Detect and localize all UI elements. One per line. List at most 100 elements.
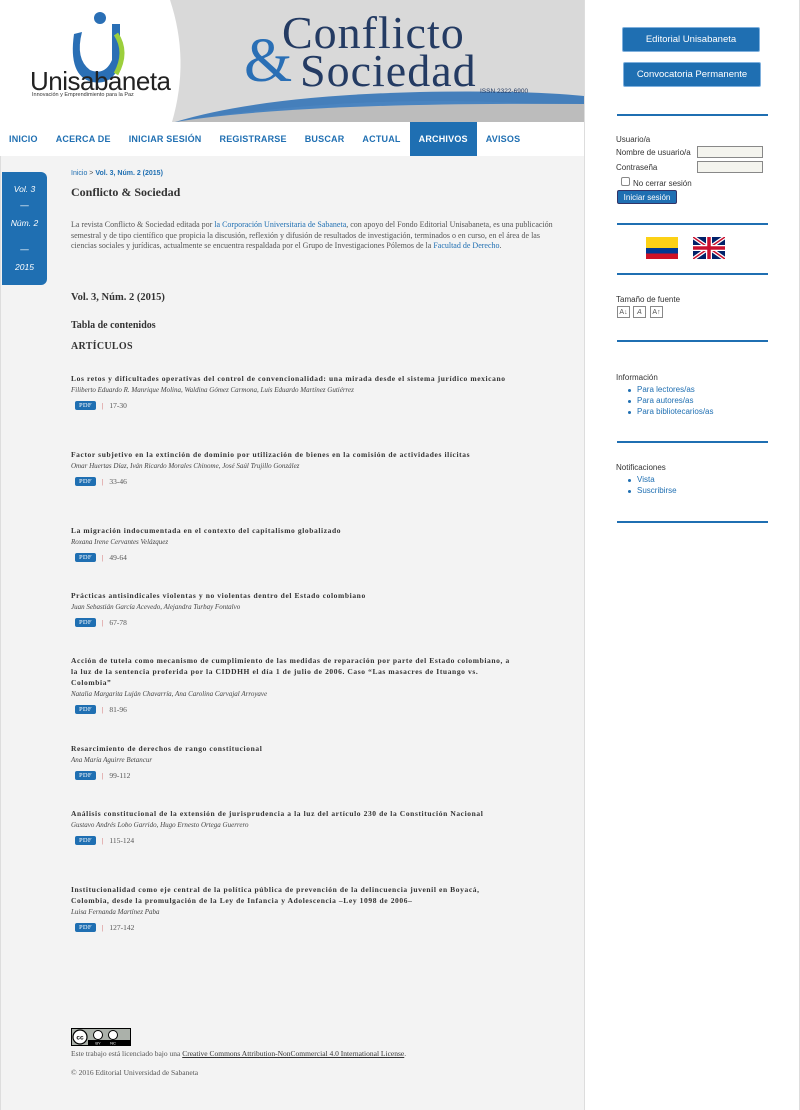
- galley-separator: |: [101, 923, 104, 932]
- article-entry: Factor subjetivo en la extinción de domi…: [71, 449, 511, 486]
- issue-badge-num: Núm. 2: [10, 218, 39, 228]
- nav-buscar[interactable]: BUSCAR: [296, 122, 354, 156]
- pdf-button[interactable]: PDF: [75, 836, 96, 845]
- issue-heading: Vol. 3, Núm. 2 (2015): [71, 292, 165, 303]
- convocatoria-permanente-button[interactable]: Convocatoria Permanente: [623, 62, 761, 87]
- article-title[interactable]: Institucionalidad como eje central de la…: [71, 884, 511, 906]
- bullet-icon: [628, 479, 631, 482]
- notifications-view-link[interactable]: Vista: [637, 475, 655, 484]
- description-link-facultad[interactable]: Facultad de Derecho: [433, 241, 499, 250]
- license-suffix: .: [404, 1049, 407, 1058]
- pdf-button[interactable]: PDF: [75, 477, 96, 486]
- section-heading: ARTÍCULOS: [71, 341, 133, 352]
- article-entry: Resarcimiento de derechos de rango const…: [71, 743, 511, 780]
- article-entry: La migración indocumentada en el context…: [71, 525, 511, 562]
- nav-inicio[interactable]: INICIO: [0, 122, 47, 156]
- galley-separator: |: [101, 705, 104, 714]
- font-decrease-button[interactable]: A↓: [617, 306, 630, 318]
- nav-avisos[interactable]: AVISOS: [477, 122, 530, 156]
- article-authors: Ana María Aguirre Betancur: [71, 756, 153, 764]
- remember-label: No cerrar sesión: [633, 179, 692, 188]
- article-title[interactable]: Acción de tutela como mecanismo de cumpl…: [71, 655, 511, 688]
- journal-title-ampersand: &: [244, 27, 293, 95]
- sidebar-divider: [617, 441, 768, 443]
- info-link-librarians[interactable]: Para bibliotecarios/as: [637, 407, 713, 416]
- sidebar-divider: [617, 114, 768, 116]
- article-title[interactable]: Factor subjetivo en la extinción de domi…: [71, 449, 511, 460]
- article-title[interactable]: La migración indocumentada en el context…: [71, 525, 511, 536]
- nav-archivos[interactable]: ARCHIVOS: [409, 122, 477, 156]
- pdf-button[interactable]: PDF: [75, 401, 96, 410]
- article-pages: 17-30: [109, 401, 127, 410]
- password-input[interactable]: [697, 161, 763, 173]
- journal-title-line2: Sociedad: [300, 45, 477, 96]
- sidebar-divider: [617, 340, 768, 342]
- font-size-title: Tamaño de fuente: [616, 295, 681, 304]
- issue-badge-dash: —: [20, 200, 29, 210]
- galley-separator: |: [101, 771, 104, 780]
- password-label: Contraseña: [616, 163, 658, 172]
- article-entry: Acción de tutela como mecanismo de cumpl…: [71, 655, 511, 714]
- nav-registrarse[interactable]: REGISTRARSE: [211, 122, 296, 156]
- font-increase-button[interactable]: A↑: [650, 306, 663, 318]
- article-authors: Filiberto Eduardo R. Manrique Molina, Wa…: [71, 386, 354, 394]
- description-link-corporacion[interactable]: la Corporación Universitaria de Sabaneta: [214, 220, 346, 229]
- main-nav: INICIO ACERCA DE INICIAR SESIÓN REGISTRA…: [0, 122, 584, 156]
- cc-nc-label: NC: [110, 1041, 116, 1046]
- creative-commons-icon[interactable]: cc BY NC: [71, 1028, 131, 1046]
- info-link-authors[interactable]: Para autores/as: [637, 396, 693, 405]
- main-content: Vol. 3 — Núm. 2 — 2015 Inicio > Vol. 3, …: [0, 156, 584, 1110]
- pdf-button[interactable]: PDF: [75, 705, 96, 714]
- username-label: Nombre de usuario/a: [616, 148, 691, 157]
- english-language-flag-icon[interactable]: [693, 237, 725, 259]
- article-entry: Prácticas antisindicales violentas y no …: [71, 590, 511, 627]
- editorial-unisabaneta-button[interactable]: Editorial Unisabaneta: [622, 27, 760, 52]
- notifications-title: Notificaciones: [616, 463, 666, 472]
- galley-separator: |: [101, 477, 104, 486]
- article-authors: Omar Huertas Díaz, Iván Ricardo Morales …: [71, 462, 300, 470]
- spanish-language-flag-icon[interactable]: [646, 237, 678, 259]
- issn-label: ISSN 2322-6900: [480, 88, 529, 95]
- pdf-button[interactable]: PDF: [75, 771, 96, 780]
- remember-checkbox[interactable]: [621, 177, 630, 186]
- pdf-button[interactable]: PDF: [75, 618, 96, 627]
- nav-iniciar-sesion[interactable]: INICIAR SESIÓN: [120, 122, 211, 156]
- notifications-subscribe-link[interactable]: Suscribirse: [637, 486, 677, 495]
- sidebar-divider: [617, 223, 768, 225]
- pdf-button[interactable]: PDF: [75, 553, 96, 562]
- breadcrumb-home[interactable]: Inicio: [71, 170, 87, 177]
- article-title[interactable]: Prácticas antisindicales violentas y no …: [71, 590, 511, 601]
- issue-badge-dash: —: [20, 244, 29, 254]
- article-pages: 115-124: [109, 836, 135, 845]
- info-link-readers[interactable]: Para lectores/as: [637, 385, 695, 394]
- description-text: .: [499, 241, 502, 250]
- article-authors: Gustavo Andrés Lobo Garrido, Hugo Ernest…: [71, 821, 249, 829]
- issue-badge-year: 2015: [15, 262, 34, 272]
- article-authors: Roxana Irene Cervantes Velázquez: [71, 538, 169, 546]
- sidebar-divider: [617, 521, 768, 523]
- article-title[interactable]: Análisis constitucional de la extensión …: [71, 808, 511, 819]
- description-text: La revista Conflicto & Sociedad editada …: [71, 220, 215, 229]
- license-link[interactable]: Creative Commons Attribution-NonCommerci…: [182, 1049, 404, 1058]
- nav-acerca-de[interactable]: ACERCA DE: [47, 122, 120, 156]
- font-default-button[interactable]: A: [633, 306, 646, 318]
- breadcrumb-current[interactable]: Vol. 3, Núm. 2 (2015): [95, 170, 163, 177]
- license-notice: Este trabajo está licenciado bajo una Cr…: [71, 1049, 406, 1058]
- article-entry: Análisis constitucional de la extensión …: [71, 808, 511, 845]
- site-header: Unisabaneta Innovación y Emprendimiento …: [0, 0, 584, 122]
- breadcrumb-separator: >: [89, 170, 94, 177]
- pdf-button[interactable]: PDF: [75, 923, 96, 932]
- galley-separator: |: [101, 618, 104, 627]
- article-title[interactable]: Resarcimiento de derechos de rango const…: [71, 743, 511, 754]
- galley-separator: |: [101, 836, 104, 845]
- article-entry: Institucionalidad como eje central de la…: [71, 884, 511, 932]
- sidebar-divider: [617, 273, 768, 275]
- nav-actual[interactable]: ACTUAL: [353, 122, 409, 156]
- cc-label: cc: [76, 1035, 84, 1042]
- article-title[interactable]: Los retos y dificultades operativas del …: [71, 373, 511, 384]
- user-block-title: Usuario/a: [616, 135, 651, 144]
- login-button[interactable]: Iniciar sesión: [617, 190, 677, 204]
- username-input[interactable]: [697, 146, 763, 158]
- article-authors: Juan Sebastián García Acevedo, Alejandra…: [71, 603, 241, 611]
- issue-badge: Vol. 3 — Núm. 2 — 2015: [2, 172, 47, 285]
